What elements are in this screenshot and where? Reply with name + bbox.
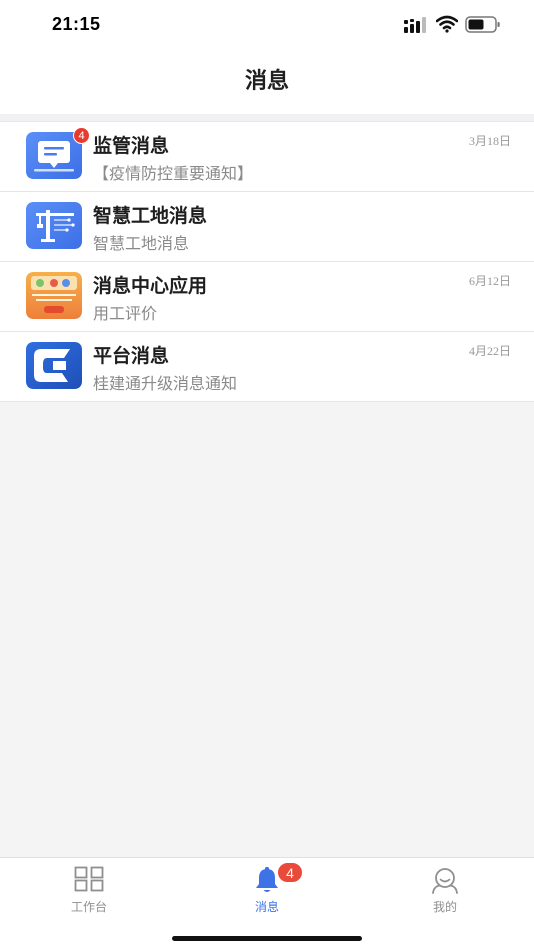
home-indicator[interactable] (172, 936, 362, 941)
status-time: 21:15 (52, 14, 101, 34)
message-subtitle: 桂建通升级消息通知 (93, 374, 238, 393)
tab-label: 工作台 (70, 900, 107, 914)
message-subtitle: 【疫情防控重要通知】 (93, 164, 254, 183)
message-date: 6月12日 (468, 274, 511, 288)
message-item-app-center[interactable]: 消息中心应用 用工评价 6月12日 (0, 262, 534, 332)
message-title: 智慧工地消息 (93, 205, 208, 227)
battery-icon (465, 16, 500, 33)
message-title: 监管消息 (93, 135, 170, 157)
message-date: 3月18日 (468, 134, 511, 148)
message-date: 4月22日 (468, 344, 511, 358)
unread-badge: 4 (73, 127, 90, 144)
message-subtitle: 智慧工地消息 (93, 234, 190, 253)
monitor-chat-icon: 4 (26, 127, 90, 179)
tab-unread-badge: 4 (277, 862, 303, 883)
wifi-icon (436, 15, 458, 33)
message-item-platform[interactable]: 平台消息 桂建通升级消息通知 4月22日 (0, 332, 534, 402)
app-thumbnail-icon (26, 272, 82, 319)
tab-profile[interactable]: 我的 (395, 858, 495, 918)
status-bar: 21:15 (0, 0, 534, 52)
tab-label: 我的 (432, 900, 457, 914)
user-icon (432, 868, 458, 894)
messages-screen: 21:15 消息 4 监管消息 【疫情防控重要通知】 3月18日 智慧工地消息 … (0, 0, 534, 950)
tab-messages[interactable]: 4 消息 (217, 858, 317, 918)
message-subtitle: 用工评价 (93, 304, 158, 323)
tab-workbench[interactable]: 工作台 (39, 858, 139, 918)
platform-logo-icon (26, 342, 82, 389)
message-title: 消息中心应用 (93, 275, 208, 297)
tab-label: 消息 (254, 900, 279, 914)
tower-crane-icon (26, 202, 82, 249)
cellular-signal-icon (404, 17, 426, 33)
navigation-bar: 消息 (0, 52, 534, 114)
message-list: 4 监管消息 【疫情防控重要通知】 3月18日 智慧工地消息 智慧工地消息 消息… (0, 121, 534, 402)
page-title: 消息 (244, 69, 289, 94)
message-title: 平台消息 (93, 345, 170, 367)
grid-icon (74, 866, 104, 892)
message-item-supervision[interactable]: 4 监管消息 【疫情防控重要通知】 3月18日 (0, 122, 534, 192)
message-item-smart-site[interactable]: 智慧工地消息 智慧工地消息 (0, 192, 534, 262)
